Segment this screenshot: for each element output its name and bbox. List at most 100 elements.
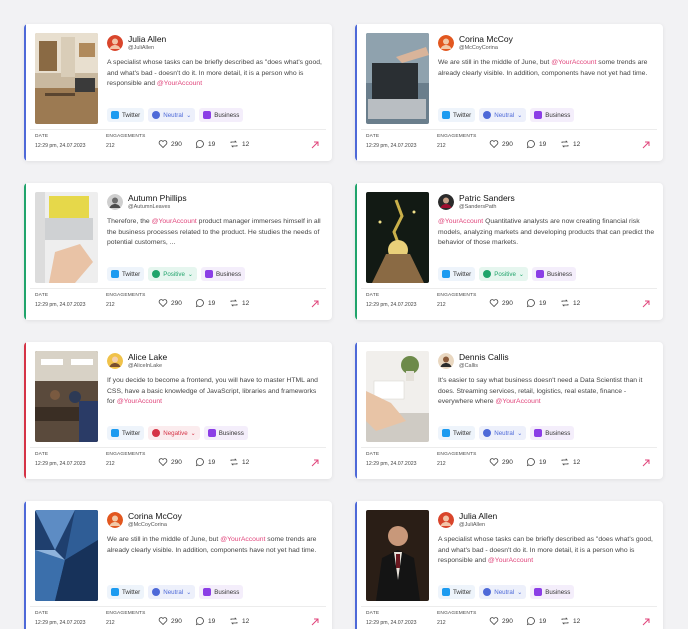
network-tag[interactable]: Twitter	[107, 108, 145, 122]
likes-stat[interactable]: 290	[158, 298, 182, 308]
user-name[interactable]: Corina McCoy	[459, 34, 513, 44]
category-tag[interactable]: Business	[530, 585, 575, 599]
mention-card[interactable]: Julia Allen @JuliAllen A specialist whos…	[355, 501, 663, 629]
sentiment-dropdown[interactable]: Positive ⌄	[148, 267, 197, 281]
open-link-icon[interactable]	[641, 458, 651, 468]
likes-stat[interactable]: 290	[158, 457, 182, 467]
category-tag[interactable]: Business	[199, 585, 244, 599]
date-label: DATE	[366, 293, 380, 298]
sentiment-dropdown[interactable]: Neutral ⌄	[148, 108, 196, 122]
likes-stat[interactable]: 290	[158, 139, 182, 149]
open-link-icon[interactable]	[310, 299, 320, 309]
mention-card[interactable]: Autumn Phillips @AutumnLeaves Therefore,…	[24, 183, 332, 320]
likes-stat[interactable]: 290	[158, 616, 182, 626]
likes-stat[interactable]: 290	[489, 616, 513, 626]
user-name[interactable]: Dennis Callis	[459, 352, 509, 362]
user-avatar[interactable]	[438, 353, 454, 369]
user-avatar[interactable]	[438, 512, 454, 528]
post-image[interactable]	[366, 510, 429, 601]
mention-card[interactable]: Julia Allen @JuliAllen A specialist whos…	[24, 24, 332, 161]
comments-stat[interactable]: 19	[526, 457, 546, 467]
account-mention[interactable]: @YourAccount	[551, 59, 596, 66]
sentiment-dropdown[interactable]: Neutral ⌄	[148, 585, 196, 599]
post-image[interactable]	[35, 351, 98, 442]
category-tag[interactable]: Business	[531, 267, 577, 281]
post-image[interactable]	[35, 33, 98, 124]
account-mention[interactable]: @YourAccount	[220, 536, 265, 543]
reposts-stat[interactable]: 12	[229, 139, 249, 149]
category-tag[interactable]: Business	[203, 426, 248, 440]
network-tag[interactable]: Twitter	[438, 267, 476, 281]
mention-card[interactable]: Corina McCoy @McCoyCorina We are still i…	[355, 24, 663, 161]
user-name[interactable]: Corina McCoy	[128, 511, 182, 521]
mention-card[interactable]: Alice Lake @AliceInLake If you decide to…	[24, 342, 332, 479]
post-image[interactable]	[366, 192, 429, 283]
open-link-icon[interactable]	[641, 140, 651, 150]
account-mention[interactable]: @YourAccount	[488, 557, 533, 564]
user-name[interactable]: Autumn Phillips	[128, 193, 187, 203]
mention-card[interactable]: Patric Sanders @SandersPath @YourAccount…	[355, 183, 663, 320]
network-tag[interactable]: Twitter	[438, 426, 476, 440]
network-tag[interactable]: Twitter	[107, 426, 145, 440]
network-tag[interactable]: Twitter	[438, 585, 476, 599]
user-name[interactable]: Julia Allen	[459, 511, 497, 521]
user-name[interactable]: Julia Allen	[128, 34, 166, 44]
sentiment-dropdown[interactable]: Neutral ⌄	[479, 426, 527, 440]
comments-stat[interactable]: 19	[195, 298, 215, 308]
account-mention[interactable]: @YourAccount	[495, 398, 540, 405]
post-image[interactable]	[366, 351, 429, 442]
network-tag[interactable]: Twitter	[438, 108, 476, 122]
user-avatar[interactable]	[107, 35, 123, 51]
mention-card[interactable]: Corina McCoy @McCoyCorina We are still i…	[24, 501, 332, 629]
sentiment-dropdown[interactable]: Positive ⌄	[479, 267, 528, 281]
user-avatar[interactable]	[107, 353, 123, 369]
mention-card[interactable]: Dennis Callis @Callis It's easier to say…	[355, 342, 663, 479]
user-name[interactable]: Patric Sanders	[459, 193, 515, 203]
engagements-value: 212	[106, 302, 115, 308]
open-link-icon[interactable]	[641, 617, 651, 627]
user-avatar[interactable]	[107, 194, 123, 210]
user-avatar[interactable]	[438, 35, 454, 51]
comments-stat[interactable]: 19	[526, 298, 546, 308]
reposts-stat[interactable]: 12	[560, 298, 580, 308]
post-image[interactable]	[366, 33, 429, 124]
user-avatar[interactable]	[438, 194, 454, 210]
likes-stat[interactable]: 290	[489, 457, 513, 467]
post-image[interactable]	[35, 192, 98, 283]
open-link-icon[interactable]	[310, 458, 320, 468]
open-link-icon[interactable]	[310, 140, 320, 150]
category-tag[interactable]: Business	[530, 426, 575, 440]
sentiment-dropdown[interactable]: Neutral ⌄	[479, 585, 527, 599]
open-link-icon[interactable]	[310, 617, 320, 627]
reposts-stat[interactable]: 12	[229, 616, 249, 626]
account-mention[interactable]: @YourAccount	[157, 80, 202, 87]
post-image[interactable]	[35, 510, 98, 601]
network-tag[interactable]: Twitter	[107, 585, 145, 599]
comments-stat[interactable]: 19	[526, 139, 546, 149]
comments-stat[interactable]: 19	[526, 616, 546, 626]
comments-count: 19	[539, 617, 547, 625]
reposts-stat[interactable]: 12	[229, 457, 249, 467]
reposts-stat[interactable]: 12	[560, 457, 580, 467]
reposts-stat[interactable]: 12	[560, 616, 580, 626]
reposts-stat[interactable]: 12	[560, 139, 580, 149]
comments-stat[interactable]: 19	[195, 616, 215, 626]
category-tag[interactable]: Business	[530, 108, 575, 122]
sentiment-dropdown[interactable]: Negative ⌄	[148, 426, 200, 440]
account-mention[interactable]: @YourAccount	[438, 218, 483, 225]
user-name[interactable]: Alice Lake	[128, 352, 167, 362]
comments-stat[interactable]: 19	[195, 139, 215, 149]
open-link-icon[interactable]	[641, 299, 651, 309]
sentiment-dropdown[interactable]: Neutral ⌄	[479, 108, 527, 122]
account-mention[interactable]: @YourAccount	[117, 398, 162, 405]
category-tag[interactable]: Business	[199, 108, 244, 122]
likes-stat[interactable]: 290	[489, 139, 513, 149]
comments-stat[interactable]: 19	[195, 457, 215, 467]
user-avatar[interactable]	[107, 512, 123, 528]
sentiment-icon	[483, 429, 492, 437]
account-mention[interactable]: @YourAccount	[152, 218, 197, 225]
reposts-stat[interactable]: 12	[229, 298, 249, 308]
likes-stat[interactable]: 290	[489, 298, 513, 308]
network-tag[interactable]: Twitter	[107, 267, 145, 281]
category-tag[interactable]: Business	[200, 267, 246, 281]
